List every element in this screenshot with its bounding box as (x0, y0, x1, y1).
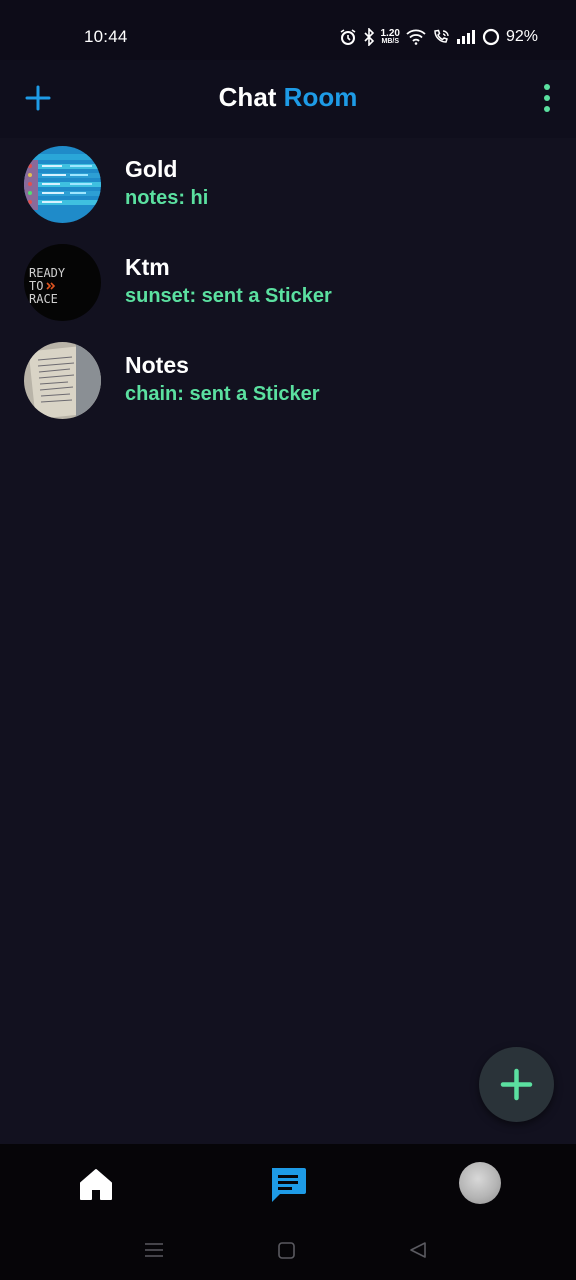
profile-avatar[interactable] (459, 1162, 501, 1204)
title-chat: Chat (218, 82, 277, 112)
chat-name: Gold (125, 156, 178, 182)
battery-icon (482, 28, 500, 46)
bluetooth-icon (363, 28, 375, 46)
status-icons: 1.20 MB/S 92% (339, 26, 538, 48)
net-speed: 1.20 MB/S (380, 27, 400, 46)
alarm-icon (339, 28, 357, 46)
title-room: Room (283, 82, 358, 112)
chat-item-ktm[interactable]: READY TO RACE Ktm sunset: sent a Sticker (0, 238, 576, 328)
status-time: 10:44 (84, 27, 128, 46)
chat-preview: notes: hi (125, 187, 209, 209)
plus-icon (500, 1068, 533, 1101)
chat-icon[interactable] (266, 1162, 310, 1206)
home-square-icon[interactable] (277, 1240, 297, 1265)
status-bar: 10:44 1.20 MB/S 92% (0, 0, 576, 60)
chat-avatar-ktm: READY TO RACE (24, 244, 101, 321)
app-header: Chat Room (0, 60, 576, 138)
system-nav (0, 1222, 576, 1280)
more-vertical-icon[interactable] (540, 82, 554, 114)
new-chat-fab[interactable] (479, 1047, 554, 1122)
battery-percent: 92% (505, 28, 538, 45)
chat-item-gold[interactable]: Gold notes: hi (0, 140, 576, 230)
chat-preview: chain: sent a Sticker (125, 383, 320, 405)
chat-name: Notes (125, 352, 189, 378)
signal-icon (456, 30, 476, 44)
ktm-logo-line2: TO (29, 279, 43, 293)
chat-preview: sunset: sent a Sticker (125, 285, 332, 307)
menu-icon[interactable] (144, 1240, 164, 1265)
page-title: Chat Room (0, 82, 576, 113)
wifi-icon (406, 29, 426, 45)
net-speed-unit: MB/S (381, 37, 399, 45)
ktm-logo-line1: READY (29, 266, 66, 280)
net-speed-value: 1.20 (380, 27, 400, 39)
home-icon[interactable] (74, 1162, 118, 1206)
wifi-call-icon (432, 29, 450, 45)
back-triangle-icon[interactable] (408, 1240, 428, 1265)
bottom-nav (0, 1144, 576, 1222)
chat-avatar-gold (24, 146, 101, 223)
chat-name: Ktm (125, 254, 170, 280)
chat-avatar-notes (24, 342, 101, 419)
ktm-logo-line3: RACE (29, 292, 58, 306)
chat-item-notes[interactable]: Notes chain: sent a Sticker (0, 336, 576, 426)
